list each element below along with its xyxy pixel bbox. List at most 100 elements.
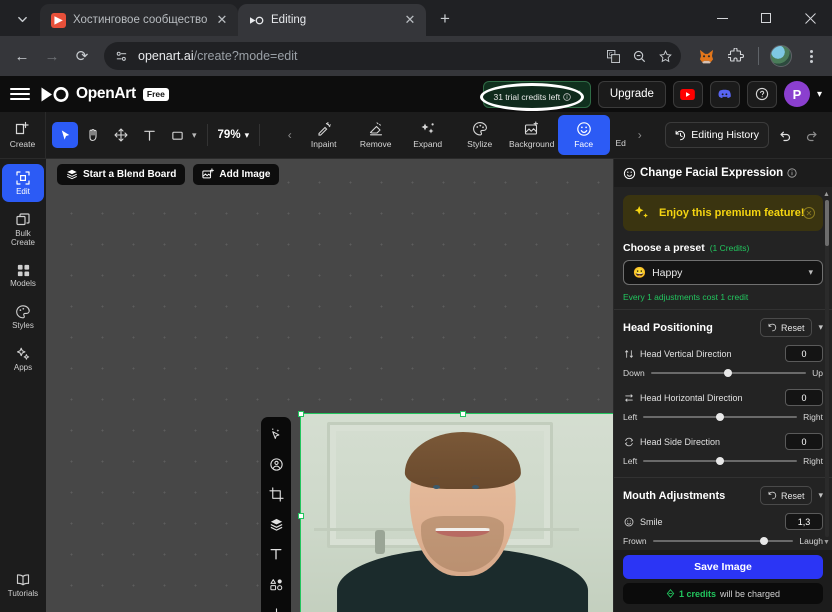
tab-search-button[interactable] [8, 5, 36, 33]
sidebar-item-bulk-create[interactable]: Bulk Create [2, 206, 44, 253]
slider-knob[interactable] [759, 537, 768, 545]
translate-icon[interactable]: G [601, 44, 625, 68]
shapes-icon[interactable] [265, 573, 287, 595]
sidebar-item-edit[interactable]: Edit [2, 164, 44, 202]
cursor-select-tool[interactable] [52, 122, 78, 148]
youtube-icon[interactable] [672, 80, 703, 108]
tool-remove[interactable]: Remove [350, 115, 402, 155]
hand-pan-tool[interactable] [80, 122, 106, 148]
sidebar-item-tutorials[interactable]: Tutorials [2, 566, 44, 604]
scroll-right-arrow[interactable]: › [632, 128, 648, 142]
start-blend-board-button[interactable]: Start a Blend Board [57, 163, 186, 185]
face-retouch-icon[interactable] [265, 453, 287, 475]
control-value[interactable]: 1,3 [785, 513, 823, 530]
undo-arrow-icon[interactable] [774, 124, 796, 146]
help-icon[interactable] [746, 80, 777, 108]
tool-edit[interactable]: Ed [610, 115, 632, 155]
resize-handle-top-left[interactable] [297, 410, 304, 417]
save-image-button[interactable]: Save Image [623, 555, 823, 579]
slider-knob[interactable] [716, 413, 725, 421]
reset-button[interactable]: Reset [759, 486, 813, 505]
address-bar[interactable]: openart.ai/create?mode=edit G [104, 42, 681, 70]
preset-dropdown[interactable]: 😀 Happy ▾ [623, 260, 823, 285]
zoom-out-icon[interactable] [627, 44, 651, 68]
close-icon[interactable]: ✕ [214, 12, 230, 28]
upgrade-button[interactable]: Upgrade [597, 80, 666, 108]
crop-icon[interactable] [265, 483, 287, 505]
close-icon[interactable]: ✕ [402, 12, 418, 28]
discord-icon[interactable] [709, 80, 740, 108]
brand-logo-group[interactable]: OpenArt Free [40, 85, 169, 103]
sidebar-item-styles[interactable]: Styles [2, 298, 44, 336]
slider-track[interactable] [652, 537, 794, 545]
move-tool[interactable] [108, 122, 134, 148]
slider-track[interactable] [643, 457, 798, 465]
trial-status-banner[interactable]: 7 days left in your trial 31 trial credi… [480, 80, 591, 111]
browser-profile-avatar[interactable] [768, 43, 794, 69]
user-avatar[interactable]: P [783, 81, 810, 107]
scrollbar-thumb[interactable] [824, 200, 829, 246]
scroll-down-arrow[interactable]: ▼ [823, 539, 830, 546]
back-button[interactable]: ← [8, 42, 36, 70]
tool-background[interactable]: Background [506, 115, 558, 155]
metamask-fox-icon[interactable] [693, 43, 719, 69]
tool-inpaint[interactable]: Inpaint [298, 115, 350, 155]
chevron-down-icon[interactable]: ▾ [192, 130, 197, 141]
new-tab-button[interactable]: + [431, 5, 459, 33]
zoom-level-selector[interactable]: 79% ▾ [212, 129, 256, 141]
text-icon[interactable] [265, 543, 287, 565]
control-value[interactable]: 0 [785, 433, 823, 450]
info-circle-icon[interactable] [787, 168, 797, 178]
trial-credits-highlight[interactable]: 31 trial credits left [480, 82, 585, 111]
resize-handle-top-middle[interactable] [459, 410, 466, 417]
download-icon[interactable] [265, 603, 287, 612]
panel-scroll-area[interactable]: Enjoy this premium feature! ✕ Choose a p… [614, 187, 832, 550]
bookmark-star-icon[interactable] [653, 44, 677, 68]
magic-select-icon[interactable] [265, 423, 287, 445]
scrollbar-track[interactable] [824, 200, 829, 537]
add-image-button[interactable]: Add Image [193, 163, 280, 185]
forward-button[interactable]: → [38, 42, 66, 70]
slider-knob[interactable] [724, 369, 733, 377]
slider-track[interactable] [643, 413, 798, 421]
slider-head-side[interactable]: Left Right [623, 456, 823, 466]
tool-stylize[interactable]: Stylize [454, 115, 506, 155]
site-settings-icon[interactable] [112, 47, 130, 65]
reload-button[interactable]: ⟳ [68, 42, 96, 70]
control-value[interactable]: 0 [785, 389, 823, 406]
resize-handle-middle-left[interactable] [297, 512, 304, 519]
slider-track[interactable] [650, 369, 807, 377]
editing-history-button[interactable]: Editing History [665, 122, 769, 148]
slider-smile[interactable]: Frown Laugh [623, 536, 823, 546]
scroll-left-arrow[interactable]: ‹ [282, 128, 298, 142]
chevron-down-icon[interactable]: ▾ [817, 89, 822, 100]
browser-tab-2[interactable]: Editing ✕ [238, 4, 426, 36]
tool-expand[interactable]: Expand [402, 115, 454, 155]
browser-menu-kebab[interactable] [798, 43, 824, 69]
close-icon[interactable]: ✕ [803, 207, 815, 219]
extensions-puzzle-icon[interactable] [723, 43, 749, 69]
hamburger-icon[interactable] [10, 87, 30, 101]
create-button[interactable]: Create [0, 111, 46, 159]
text-tool[interactable] [136, 122, 162, 148]
shape-rect-tool[interactable] [164, 122, 190, 148]
slider-max-label: Right [803, 412, 823, 422]
browser-tab-1[interactable]: ▶ Хостинговое сообщество «Tim ✕ [40, 4, 238, 36]
redo-arrow-icon[interactable] [801, 124, 823, 146]
slider-knob[interactable] [716, 457, 725, 465]
slider-head-vertical[interactable]: Down Up [623, 368, 823, 378]
scroll-up-arrow[interactable]: ▲ [823, 191, 830, 198]
slider-head-horizontal[interactable]: Left Right [623, 412, 823, 422]
editor-canvas[interactable]: Start a Blend Board Add Image [46, 159, 613, 612]
panel-scrollbar[interactable]: ▲ ▼ [823, 191, 830, 546]
minimize-button[interactable] [700, 0, 744, 36]
sidebar-item-apps[interactable]: Apps [2, 340, 44, 378]
sidebar-item-models[interactable]: Models [2, 257, 44, 294]
control-value[interactable]: 0 [785, 345, 823, 362]
close-window-button[interactable] [788, 0, 832, 36]
tool-face[interactable]: Face [557, 115, 610, 155]
reset-button[interactable]: Reset [759, 318, 813, 337]
layers-icon[interactable] [265, 513, 287, 535]
maximize-button[interactable] [744, 0, 788, 36]
selected-image-frame[interactable]: 4031 x 1890 [297, 410, 613, 612]
